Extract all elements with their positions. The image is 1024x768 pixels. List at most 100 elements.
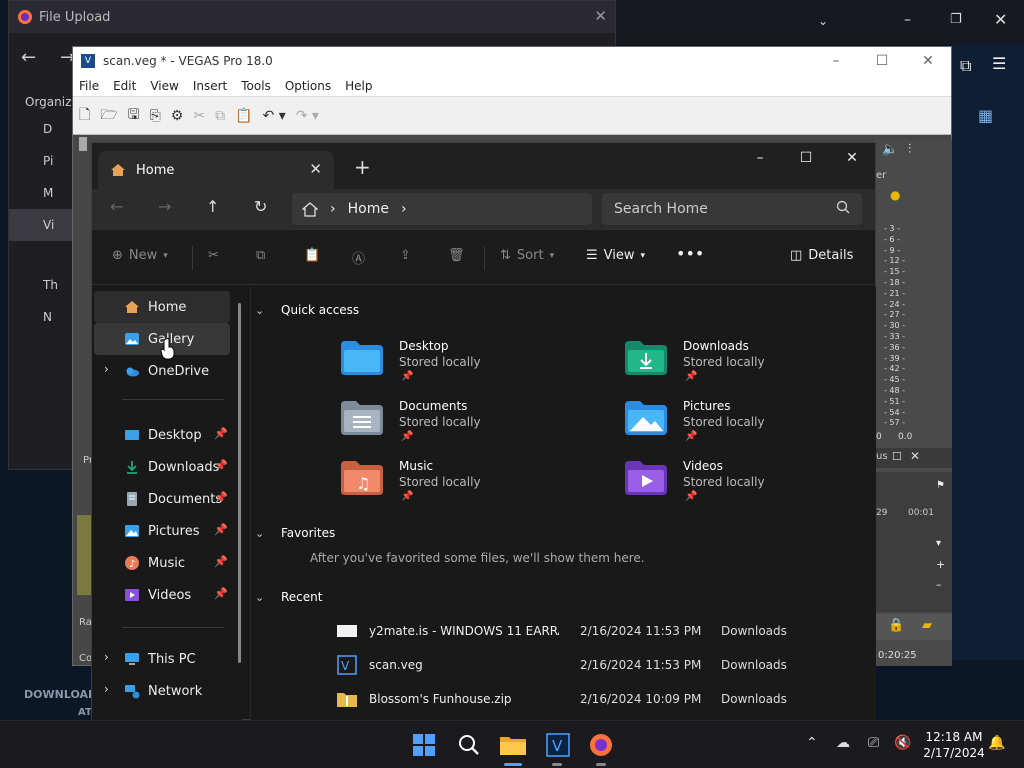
menu-insert[interactable]: Insert <box>193 79 227 93</box>
copy-icon[interactable]: ⧉ <box>256 248 265 263</box>
new-tab-icon[interactable]: + <box>354 155 371 179</box>
chevron-right-icon[interactable]: › <box>104 682 109 696</box>
open-folder-icon[interactable]: 🗁 <box>100 104 117 128</box>
minimize-icon[interactable]: – <box>737 143 783 173</box>
chevron-right-icon[interactable]: › <box>401 201 407 217</box>
more-options-icon[interactable]: ••• <box>676 244 704 263</box>
zoom-in-icon[interactable]: + <box>936 558 945 571</box>
chevron-right-icon[interactable]: › <box>104 362 109 376</box>
sidebar-item-documents[interactable]: Documents 📌 <box>94 483 230 515</box>
paste-icon[interactable]: 📋 <box>304 248 320 263</box>
extensions-icon[interactable]: ⧉ <box>960 56 971 76</box>
sidebar-item-this-pc[interactable]: › This PC <box>94 643 230 675</box>
sidebar-item-network[interactable]: › Network <box>94 675 230 707</box>
sidebar-item-music[interactable]: ♪ Music 📌 <box>94 547 230 579</box>
lock-icon[interactable]: 🔒 <box>888 618 904 633</box>
pin-icon[interactable]: 📌 <box>214 587 228 600</box>
dialog-tree-item[interactable]: N <box>9 301 73 333</box>
quick-access-downloads[interactable]: Downloads Stored locally 📌 <box>625 335 865 391</box>
tab-close-icon[interactable]: ✕ <box>309 160 322 178</box>
note-icon[interactable]: ▰ <box>922 618 932 633</box>
pin-icon[interactable]: 📌 <box>214 523 228 536</box>
settings-icon[interactable]: ⚙ <box>171 108 184 124</box>
organize-button[interactable]: Organize <box>25 95 79 109</box>
dialog-side-item[interactable]: M <box>9 177 73 209</box>
address-bar[interactable]: › Home › <box>292 193 592 225</box>
new-button[interactable]: ⊕ New ▾ <box>112 248 168 263</box>
chevron-down-icon[interactable]: ⌄ <box>255 527 264 540</box>
quick-access-music[interactable]: ♫ Music Stored locally 📌 <box>341 455 581 511</box>
paste-icon[interactable]: 📋 <box>235 108 252 124</box>
search-input[interactable]: Search Home <box>602 193 862 225</box>
volume-muted-icon[interactable]: 🔇 <box>894 735 911 751</box>
dialog-side-item[interactable]: Vi <box>9 209 73 241</box>
details-button[interactable]: ◫ Details <box>790 248 853 263</box>
restore-icon[interactable]: ☐ <box>892 450 902 463</box>
chevron-up-icon[interactable]: ⌃ <box>806 735 818 751</box>
restore-icon[interactable]: ❐ <box>950 12 962 27</box>
dialog-side-item[interactable]: D <box>9 113 73 145</box>
sort-button[interactable]: ⇅ Sort ▾ <box>500 248 554 263</box>
chevron-right-icon[interactable]: › <box>104 650 109 664</box>
dialog-tree-item[interactable]: Th <box>9 269 73 301</box>
pin-icon[interactable]: 📌 <box>214 555 228 568</box>
address-segment[interactable]: Home <box>348 201 389 217</box>
save-icon[interactable]: 🖫 <box>128 104 140 128</box>
marker-icon[interactable]: ⚑ <box>936 480 945 491</box>
cut-icon[interactable]: ✂ <box>208 248 219 263</box>
quick-access-documents[interactable]: Documents Stored locally 📌 <box>341 395 581 451</box>
chevron-down-icon[interactable]: ⌄ <box>818 14 828 28</box>
chevron-down-icon[interactable]: ⌄ <box>255 591 264 604</box>
refresh-icon[interactable]: ↻ <box>254 197 267 216</box>
new-file-icon[interactable]: 🗋 <box>79 104 90 128</box>
view-button[interactable]: ☰ View ▾ <box>586 248 645 263</box>
minimize-icon[interactable]: – <box>904 12 911 28</box>
maximize-icon[interactable]: ☐ <box>783 143 829 173</box>
sidebar-item-home[interactable]: Home <box>94 291 230 323</box>
sidebar-scrollbar[interactable] <box>238 303 241 663</box>
cut-icon[interactable]: ✂ <box>193 108 205 124</box>
quick-access-header[interactable]: ⌄ Quick access <box>255 303 359 317</box>
maximize-icon[interactable]: ☐ <box>859 47 905 75</box>
mute-icon[interactable]: 🔈 <box>882 142 898 157</box>
render-icon[interactable]: ⎘ <box>150 108 161 124</box>
onedrive-icon[interactable]: ☁ <box>836 735 850 751</box>
sidebar-item-downloads[interactable]: Downloads 📌 <box>94 451 230 483</box>
firefox-icon[interactable] <box>586 730 616 760</box>
recent-file-row[interactable]: y2mate.is - WINDOWS 11 EARRA... 2/16/202… <box>337 617 817 645</box>
forward-arrow-icon[interactable]: → <box>158 197 171 216</box>
recent-file-row[interactable]: Blossom's Funhouse.zip 2/16/2024 10:09 P… <box>337 685 817 713</box>
scroll-down-icon[interactable]: ▾ <box>936 538 941 549</box>
file-explorer-icon[interactable] <box>498 730 528 760</box>
chevron-down-icon[interactable]: ⌄ <box>255 304 264 317</box>
menu-edit[interactable]: Edit <box>113 79 136 93</box>
grid-icon[interactable]: ▦ <box>978 106 993 125</box>
close-icon[interactable]: ✕ <box>910 449 920 463</box>
sidebar-item-desktop[interactable]: Desktop 📌 <box>94 419 230 451</box>
menu-view[interactable]: View <box>150 79 178 93</box>
close-icon[interactable]: ✕ <box>594 7 607 25</box>
vegas-app-icon[interactable]: V <box>543 730 573 760</box>
recent-header[interactable]: ⌄ Recent <box>255 590 322 604</box>
copy-icon[interactable]: ⧉ <box>215 108 225 124</box>
start-windows-icon[interactable] <box>409 730 439 760</box>
zoom-out-icon[interactable]: – <box>936 578 942 591</box>
favorites-header[interactable]: ⌄ Favorites <box>255 526 335 540</box>
notification-bell-icon[interactable]: 🔔 <box>988 735 1005 751</box>
menu-file[interactable]: File <box>79 79 99 93</box>
search-icon[interactable] <box>454 730 484 760</box>
tab-home[interactable]: Home ✕ <box>98 151 334 189</box>
solo-icon[interactable]: ● <box>890 188 900 202</box>
pin-icon[interactable]: 📌 <box>214 459 228 472</box>
quick-access-desktop[interactable]: Desktop Stored locally 📌 <box>341 335 581 391</box>
dialog-side-item[interactable]: Pi <box>9 145 73 177</box>
undo-icon[interactable]: ↶ ▾ <box>263 108 286 124</box>
close-icon[interactable]: ✕ <box>829 143 875 173</box>
menu-icon[interactable]: ☰ <box>992 54 1006 73</box>
pin-icon[interactable]: 📌 <box>214 427 228 440</box>
back-arrow-icon[interactable]: ← <box>21 47 36 68</box>
system-clock[interactable]: 12:18 AM 2/17/2024 <box>922 729 986 761</box>
quick-access-pictures[interactable]: Pictures Stored locally 📌 <box>625 395 865 451</box>
up-arrow-icon[interactable]: ↑ <box>206 197 219 216</box>
minimize-icon[interactable]: – <box>813 47 859 75</box>
